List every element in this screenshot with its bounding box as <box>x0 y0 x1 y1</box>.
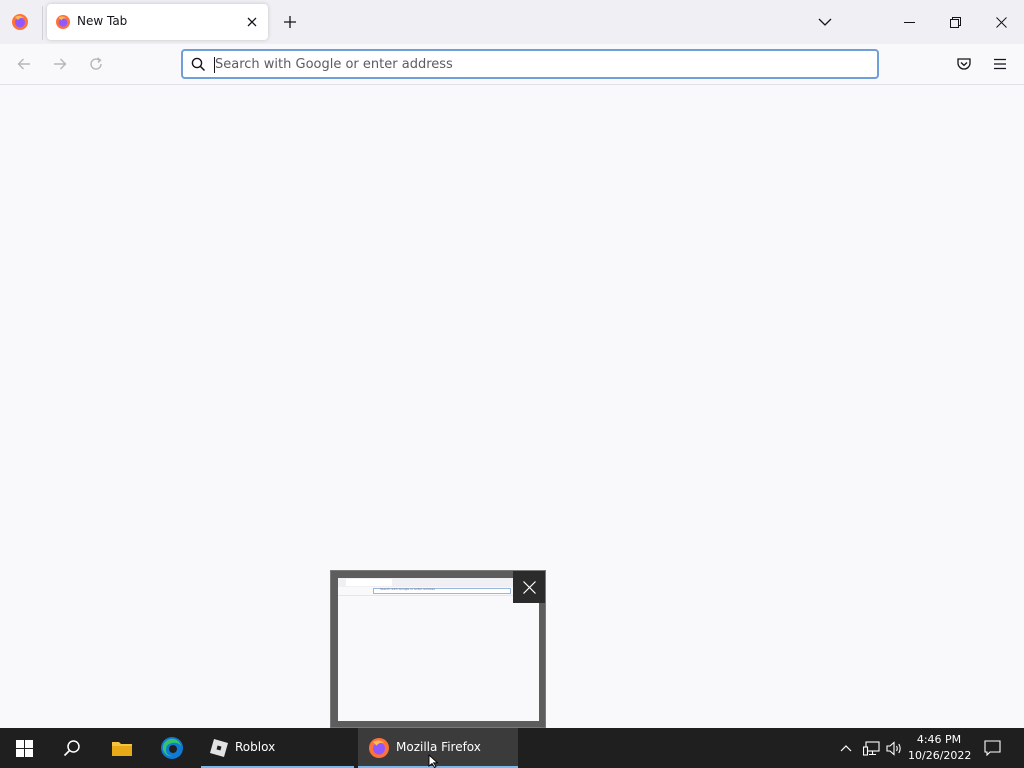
minimize-icon <box>903 21 915 23</box>
show-hidden-icons-button[interactable] <box>836 728 856 768</box>
plus-icon <box>284 16 296 28</box>
url-input[interactable] <box>215 53 865 75</box>
windows-start-icon <box>15 739 33 757</box>
navigation-toolbar <box>0 44 1024 85</box>
roblox-icon <box>210 739 228 757</box>
taskbar-app-roblox[interactable]: Roblox <box>201 728 354 768</box>
taskbar-search-button[interactable] <box>48 728 96 768</box>
forward-button[interactable] <box>48 52 72 76</box>
show-hidden-icons-chevron-icon <box>840 745 852 752</box>
tab-new-tab[interactable]: New Tab <box>47 4 268 40</box>
mouse-cursor-icon <box>428 754 439 768</box>
start-button[interactable] <box>0 728 48 768</box>
list-all-tabs-button[interactable] <box>813 10 837 34</box>
close-icon <box>995 16 1007 28</box>
window-thumbnail[interactable]: Search with Google or enter address <box>338 578 539 721</box>
back-arrow-icon <box>17 58 30 70</box>
forward-arrow-icon <box>54 58 67 70</box>
reload-button[interactable] <box>84 52 108 76</box>
close-window-button[interactable] <box>978 0 1024 44</box>
save-to-pocket-button[interactable] <box>952 52 976 76</box>
tab-title: New Tab <box>77 14 128 28</box>
network-button[interactable] <box>860 728 882 768</box>
taskbar-clock[interactable]: 4:46 PM 10/26/2022 <box>908 731 972 765</box>
edge-icon <box>161 737 183 759</box>
tab-close-button[interactable] <box>241 11 263 33</box>
edge-button[interactable] <box>148 728 196 768</box>
tab-strip-divider <box>42 6 43 40</box>
address-bar[interactable] <box>181 49 879 79</box>
close-icon <box>247 17 257 27</box>
volume-button[interactable] <box>883 728 905 768</box>
open-menu-button[interactable] <box>988 52 1012 76</box>
thumbnail-url-text: Search with Google or enter address <box>380 587 435 591</box>
firefox-logo-icon <box>12 14 28 30</box>
pocket-icon <box>957 58 971 70</box>
action-center-icon <box>983 740 1001 756</box>
file-explorer-button[interactable] <box>98 728 146 768</box>
network-icon <box>862 740 880 756</box>
hamburger-menu-icon <box>994 58 1006 70</box>
windows-taskbar: Roblox Mozilla Firefox 4:46 PM 10/26/202… <box>0 728 1024 768</box>
restore-button[interactable] <box>932 0 978 44</box>
minimize-button[interactable] <box>886 0 932 44</box>
thumbnail-close-button[interactable] <box>513 571 545 603</box>
clock-date: 10/26/2022 <box>908 749 972 762</box>
browser-titlebar: New Tab <box>0 0 1024 44</box>
clock-time: 4:46 PM <box>916 733 962 746</box>
firefox-logo-icon <box>369 738 389 758</box>
search-icon <box>189 55 207 73</box>
restore-icon <box>949 16 961 28</box>
new-tab-button[interactable] <box>278 10 302 34</box>
back-button[interactable] <box>12 52 36 76</box>
taskbar-app-label: Roblox <box>235 740 276 754</box>
file-explorer-icon <box>112 742 132 756</box>
taskbar-thumbnail-preview[interactable]: Search with Google or enter address <box>330 570 546 728</box>
firefox-logo-icon <box>56 15 70 29</box>
chevron-down-icon <box>818 18 832 26</box>
close-icon <box>522 580 536 594</box>
taskbar-app-label: Mozilla Firefox <box>396 740 481 754</box>
reload-icon <box>90 57 102 70</box>
volume-icon <box>885 740 901 756</box>
action-center-button[interactable] <box>978 728 1006 768</box>
firefox-view-button[interactable] <box>0 0 40 44</box>
search-icon <box>63 740 80 757</box>
